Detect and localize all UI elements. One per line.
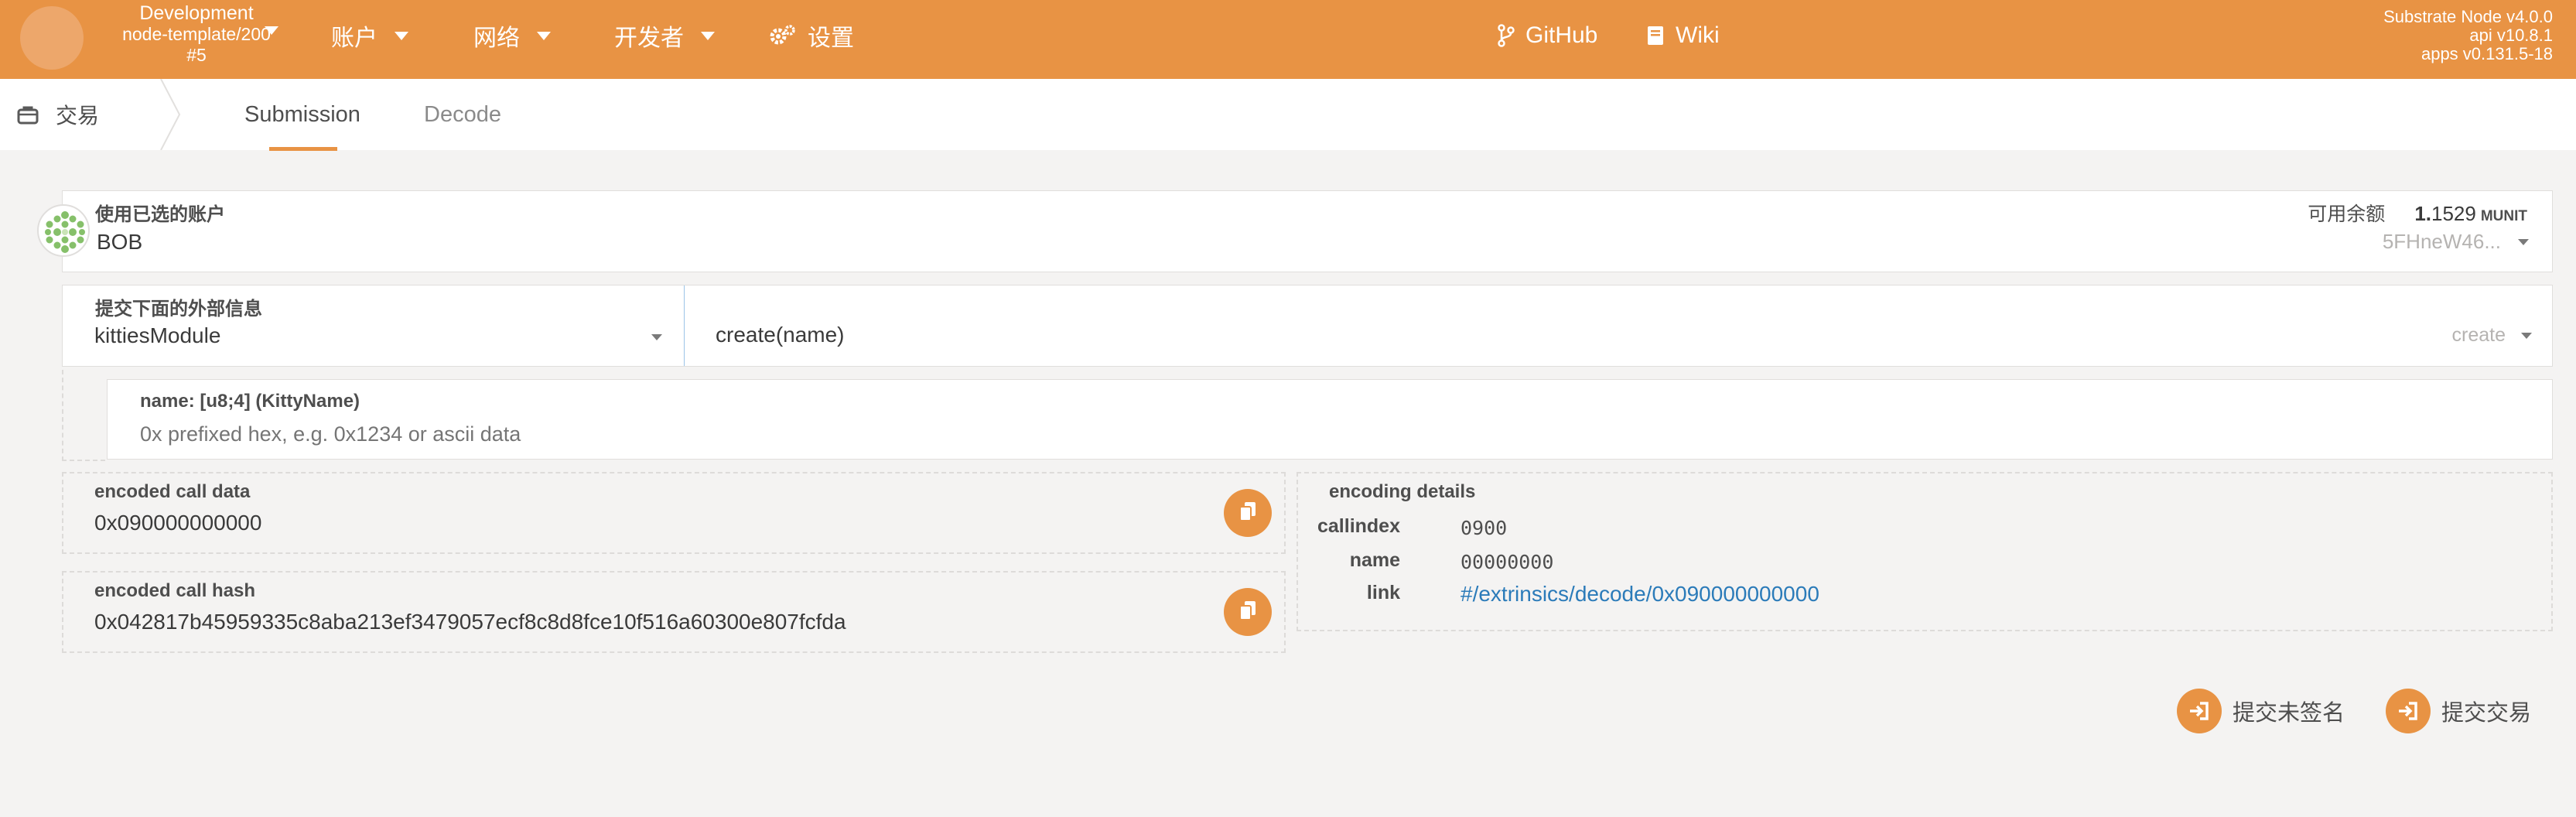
breadcrumb-divider xyxy=(160,79,181,150)
nav-accounts-label: 账户 xyxy=(331,26,378,51)
node-version: Substrate Node v4.0.0 xyxy=(2383,7,2553,26)
github-link[interactable]: GitHub xyxy=(1498,20,1597,51)
tab-bar: 交易 Submission Decode xyxy=(0,79,2576,151)
chevron-down-icon xyxy=(2521,332,2532,339)
top-bar: Development node-template/200 #5 账户 网络 开… xyxy=(0,0,2576,79)
chevron-down-icon xyxy=(651,334,662,340)
tab-decode-label: Decode xyxy=(424,101,501,127)
copy-data-button[interactable] xyxy=(1224,489,1272,537)
method-short: create xyxy=(2452,324,2532,347)
account-selector[interactable]: 使用已选的账户 BOB 可用余额 1. 1529 MUNIT 5FHneW46.… xyxy=(62,190,2553,272)
param-frame xyxy=(62,370,105,461)
chevron-down-icon xyxy=(537,31,551,40)
code-branch-icon xyxy=(1498,24,1515,47)
section-extrinsics: 交易 xyxy=(0,79,178,150)
chevron-down-icon[interactable] xyxy=(265,26,278,35)
nav-settings-label: 设置 xyxy=(808,26,854,51)
encoded-call-hash: encoded call hash 0x042817b45959335c8aba… xyxy=(62,571,1286,653)
account-address: 5FHneW46... xyxy=(2383,230,2529,254)
section-label: 交易 xyxy=(56,104,100,128)
balance-label: 可用余额 xyxy=(2308,203,2386,225)
version-info: Substrate Node v4.0.0 api v10.8.1 apps v… xyxy=(2383,8,2553,63)
callindex-value: 0900 xyxy=(1461,517,1508,539)
active-tab-indicator xyxy=(269,147,337,151)
submit-unsigned-button[interactable]: 提交未签名 xyxy=(2177,689,2345,733)
encoded-data-label: encoded call data xyxy=(94,481,251,502)
nav-accounts[interactable]: 账户 xyxy=(331,20,408,51)
apps-version: apps v0.131.5-18 xyxy=(2421,44,2553,63)
encoded-hash-label: encoded call hash xyxy=(94,580,256,601)
param-input-field[interactable] xyxy=(140,419,2461,450)
chain-name: Development xyxy=(139,2,254,24)
name-label: name xyxy=(1349,549,1400,571)
callindex-label: callindex xyxy=(1317,515,1400,537)
api-version: api v10.8.1 xyxy=(2469,26,2553,45)
briefcase-icon xyxy=(17,104,39,125)
sign-in-icon xyxy=(2386,689,2431,733)
nav-network[interactable]: 网络 xyxy=(473,20,551,51)
avatar xyxy=(37,204,90,257)
module-dropdown[interactable]: kittiesModule xyxy=(63,314,682,365)
method-dropdown[interactable]: create(name) create xyxy=(684,285,2552,366)
copy-icon xyxy=(1238,600,1258,625)
tab-decode[interactable]: Decode xyxy=(424,79,501,150)
chevron-down-icon xyxy=(395,31,408,40)
wiki-link[interactable]: Wiki xyxy=(1646,20,1720,51)
block-number: #5 xyxy=(186,45,207,65)
account-address-text: 5FHneW46... xyxy=(2382,230,2501,253)
submit-transaction-label: 提交交易 xyxy=(2441,701,2532,726)
method-call: create(name) xyxy=(716,323,845,347)
decode-link[interactable]: #/extrinsics/decode/0x090000000000 xyxy=(1461,582,1819,607)
tab-submission-label: Submission xyxy=(244,101,360,127)
book-icon xyxy=(1646,25,1665,46)
param-label: name: [u8;4] (KittyName) xyxy=(140,391,360,412)
account-label: 使用已选的账户 xyxy=(95,204,225,225)
submit-transaction-button[interactable]: 提交交易 xyxy=(2386,689,2531,733)
nav-developer[interactable]: 开发者 xyxy=(614,20,715,51)
encoded-data-value: 0x090000000000 xyxy=(94,511,262,535)
copy-icon xyxy=(1238,501,1258,526)
available-balance: 可用余额 1. 1529 MUNIT xyxy=(2308,199,2527,227)
encoded-call-data: encoded call data 0x090000000000 xyxy=(62,472,1286,554)
encoding-details-title: encoding details xyxy=(1329,481,1476,502)
chevron-down-icon xyxy=(701,31,715,40)
method-short-label: create xyxy=(2451,324,2506,346)
nav-developer-label: 开发者 xyxy=(614,26,684,51)
link-label: link xyxy=(1366,582,1400,603)
gears-icon xyxy=(769,24,797,47)
nav-settings[interactable]: 设置 xyxy=(769,20,854,51)
param-name-input[interactable]: name: [u8;4] (KittyName) xyxy=(107,379,2553,460)
tab-submission[interactable]: Submission xyxy=(244,79,360,150)
submit-unsigned-label: 提交未签名 xyxy=(2233,701,2345,726)
nav-network-label: 网络 xyxy=(473,26,520,51)
account-name: BOB xyxy=(97,230,143,254)
chevron-down-icon xyxy=(2518,238,2529,245)
chain-logo[interactable] xyxy=(20,6,84,70)
encoding-details: encoding details callindex 0900 name 000… xyxy=(1297,472,2553,631)
encoded-hash-value: 0x042817b45959335c8aba213ef3479057ecf8c8… xyxy=(94,610,846,634)
name-value: 00000000 xyxy=(1461,551,1554,573)
balance-integer: 1. xyxy=(2414,202,2431,225)
balance-decimal: 1529 xyxy=(2431,202,2476,225)
balance-unit: MUNIT xyxy=(2480,208,2527,224)
module-value: kittiesModule xyxy=(94,323,221,347)
github-label: GitHub xyxy=(1525,22,1598,48)
sign-in-icon xyxy=(2177,689,2222,733)
copy-hash-button[interactable] xyxy=(1224,588,1272,636)
wiki-label: Wiki xyxy=(1676,22,1720,48)
